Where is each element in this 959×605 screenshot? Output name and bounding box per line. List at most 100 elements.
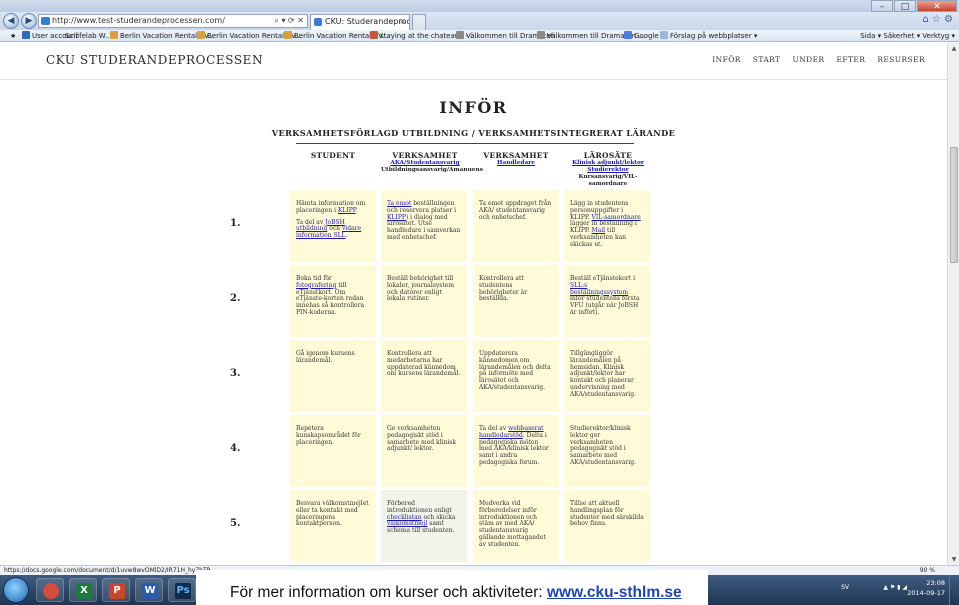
web-page: CKU STUDERANDEPROCESSEN INFÖR START UNDE… — [0, 43, 947, 565]
taskbar-app-photoshop[interactable]: Ps — [168, 578, 196, 602]
cell-text: Ge verksamheten pedagogiskt stöd i samar… — [387, 425, 457, 453]
tray-icons[interactable]: ▲ ⚑ ▮ ◢ — [883, 583, 907, 593]
page-heading: INFÖR — [439, 98, 508, 117]
scroll-down-arrow-icon[interactable]: ▼ — [950, 556, 958, 563]
clock[interactable]: 23:08 2014-09-17 — [907, 578, 945, 598]
address-text: http://www.test-studerandeprocessen.com/ — [52, 16, 225, 25]
column-link[interactable]: AKA/Studentansvarig — [381, 160, 469, 167]
back-arrow-icon: ◀ — [7, 16, 15, 26]
scroll-up-arrow-icon[interactable]: ▲ — [950, 45, 958, 52]
maximize-button[interactable]: □ — [894, 0, 916, 12]
cell-link[interactable]: SLL:s beställningssystem — [570, 282, 628, 296]
column-header-larosate: LÄROSÄTE Klinisk adjunkt/lektor Studiere… — [564, 152, 652, 188]
clock-date: 2014-09-17 — [907, 589, 945, 597]
forward-button[interactable]: ▶ — [21, 13, 37, 29]
window-titlebar: – □ ✕ — [0, 0, 959, 12]
nav-under[interactable]: UNDER — [792, 55, 824, 64]
back-button[interactable]: ◀ — [3, 13, 19, 29]
nav-start[interactable]: START — [753, 55, 781, 64]
browser-navbar: ◀ ▶ http://www.test-studerandeprocessen.… — [0, 12, 959, 30]
site-title[interactable]: CKU STUDERANDEPROCESSEN — [46, 53, 263, 67]
photoshop-icon: Ps — [175, 583, 191, 599]
home-star-gear-icons[interactable]: ⌂ ☆ ⚙ — [922, 14, 953, 25]
cell-student: Repetera kunskapsområdet för placeringen… — [290, 415, 376, 487]
subheading-rule — [296, 143, 634, 144]
search-refresh-icons[interactable]: ⌕ ▾ ⟳ ✕ — [274, 15, 304, 27]
site-favicon-icon — [41, 17, 50, 25]
powerpoint-icon: P — [109, 583, 125, 599]
cell-verksamhet-handledare: Ta emot uppdraget från AKA/ studentansva… — [473, 190, 559, 262]
window-controls: – □ ✕ — [870, 0, 957, 12]
cell-text: Kontrollera att studentens behörigheter … — [479, 275, 528, 303]
column-header-student: STUDENT — [310, 151, 356, 160]
cell-verksamhet-aka: Ta emot beställningen och reservera plat… — [381, 190, 467, 262]
column-header-verksamhet-aka: VERKSAMHET AKA/Studentansvarig Utbildnin… — [381, 151, 483, 173]
cell-text: Gå igenom kursens lärandemål. — [296, 350, 355, 364]
cell-link[interactable]: KLIPP — [338, 207, 356, 214]
taskbar-app-word[interactable]: W — [135, 578, 163, 602]
address-bar[interactable]: http://www.test-studerandeprocessen.com/… — [38, 14, 308, 28]
new-tab-button[interactable] — [412, 14, 426, 30]
cell-verksamhet-aka: Ge verksamheten pedagogiskt stöd i samar… — [381, 415, 467, 487]
chrome-icon — [43, 583, 59, 599]
cell-verksamhet-aka: Beställ behörighet till lokaler, journal… — [381, 265, 467, 337]
cell-student: Hämta information om placeringen i KLIPP… — [290, 190, 376, 262]
forward-arrow-icon: ▶ — [25, 16, 33, 26]
row-number: 5. — [230, 518, 241, 529]
cell-text: Kontrollera att medarbetarna har uppdate… — [387, 350, 461, 378]
cell-text: Repetera kunskapsområdet för placeringen… — [296, 425, 361, 446]
tab-active[interactable]: CKU: Studerandeprocessen ✕ — [310, 14, 410, 30]
taskbar-app-chrome[interactable] — [36, 578, 64, 602]
info-banner: För mer information om kurser och aktivi… — [196, 570, 708, 605]
cell-larosate: Tillgängliggör lärandemålen på hemsidan.… — [564, 340, 650, 412]
favorites-star-icon[interactable]: ★ — [10, 30, 16, 41]
fav-item[interactable]: Förslag på webbplatser ▾ — [660, 30, 757, 41]
taskbar-app-excel[interactable]: X — [69, 578, 97, 602]
command-bar-tools[interactable]: Sida ▾ Säkerhet ▾ Verktyg ▾ — [860, 30, 955, 41]
cell-text: Besvara välkomstmejlet eller ta kontakt … — [296, 500, 369, 528]
taskbar-app-powerpoint[interactable]: P — [102, 578, 130, 602]
scrollbar-thumb[interactable] — [950, 147, 958, 263]
row-number: 2. — [230, 293, 241, 304]
minimize-button[interactable]: – — [871, 0, 893, 12]
row-number: 3. — [230, 368, 241, 379]
fav-item[interactable]: Scilifelab W... — [65, 30, 112, 41]
cell-verksamhet-handledare: Ta del av webbaserat handledarstöd. Delt… — [473, 415, 559, 487]
column-link[interactable]: Klinisk adjunkt/lektor Studierektor — [564, 160, 652, 174]
vertical-scrollbar[interactable]: ▲ ▼ — [947, 43, 959, 565]
language-indicator[interactable]: SV — [841, 583, 849, 593]
cell-larosate: Studierektor/klinisk lektor ger verksamh… — [564, 415, 650, 487]
word-icon: W — [142, 583, 158, 599]
tab-close-icon[interactable]: ✕ — [399, 15, 406, 29]
cell-text: . — [355, 206, 358, 214]
show-desktop-button[interactable] — [949, 575, 959, 605]
cell-text: . — [345, 232, 348, 240]
excel-icon: X — [76, 583, 92, 599]
cell-verksamhet-aka: Förbered introduktionen enligt checklist… — [381, 490, 467, 562]
cell-text: Tillgängliggör lärandemålen på hemsidan.… — [570, 350, 636, 398]
header-divider — [0, 79, 947, 80]
nav-efter[interactable]: EFTER — [837, 55, 866, 64]
banner-text: För mer information om kurser och aktivi… — [230, 584, 682, 602]
cell-student: Besvara välkomstmejlet eller ta kontakt … — [290, 490, 376, 562]
cell-student: Gå igenom kursens lärandemål. — [290, 340, 376, 412]
close-window-button[interactable]: ✕ — [917, 0, 957, 12]
nav-infor[interactable]: INFÖR — [712, 55, 741, 64]
nav-resurser[interactable]: RESURSER — [877, 55, 925, 64]
cell-text: Medverka vid förberedelser inför introdu… — [479, 500, 546, 548]
cell-text: Ta emot uppdraget från AKA/ studentansva… — [479, 200, 552, 221]
fav-item[interactable]: Google — [624, 30, 659, 41]
cell-text: Uppdaterera kännedomen om lärandemålen o… — [479, 350, 551, 391]
row-number: 4. — [230, 443, 241, 454]
cell-text: Förbered introduktionen enligt — [387, 500, 452, 514]
tab-favicon-icon — [314, 18, 322, 26]
column-header-verksamhet-handledare: VERKSAMHET Handledare — [473, 152, 559, 167]
start-button[interactable] — [3, 577, 29, 603]
banner-message: För mer information om kurser och aktivi… — [230, 584, 547, 601]
banner-url-link[interactable]: www.cku-sthlm.se — [547, 584, 682, 601]
column-link[interactable]: Handledare — [473, 160, 559, 167]
cell-verksamhet-handledare: Kontrollera att studentens behörigheter … — [473, 265, 559, 337]
cell-verksamhet-handledare: Medverka vid förberedelser inför introdu… — [473, 490, 559, 562]
favorites-bar: ★ User account Scilifelab W... Berlin Va… — [0, 30, 959, 42]
cell-larosate: Beställ eTjänstekort i SLL:s beställning… — [564, 265, 650, 337]
